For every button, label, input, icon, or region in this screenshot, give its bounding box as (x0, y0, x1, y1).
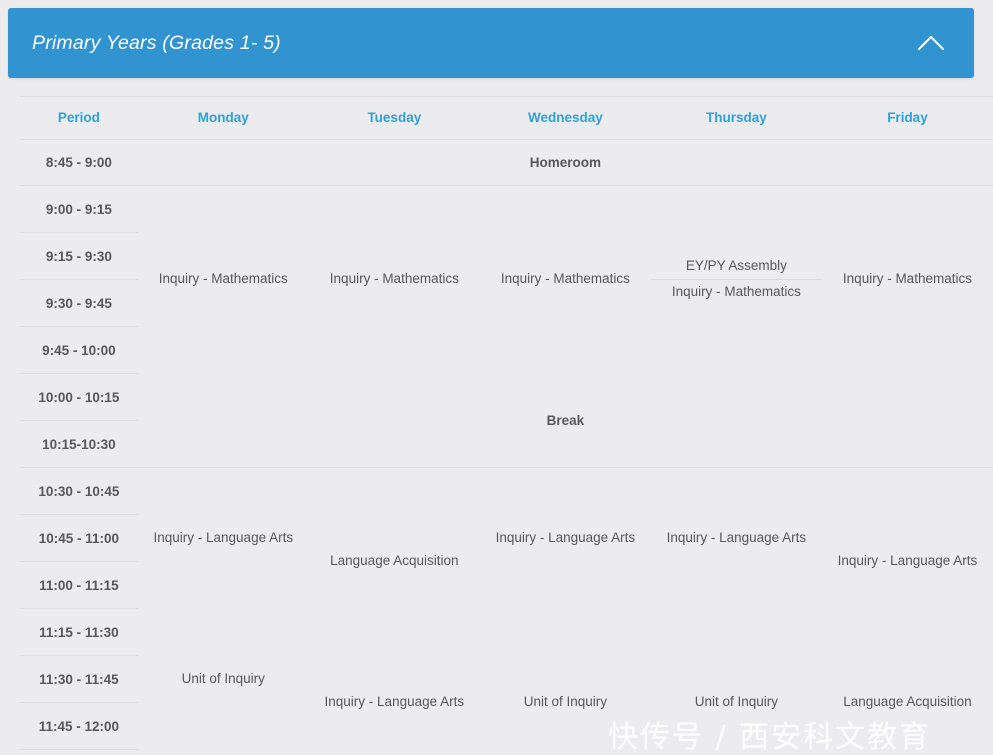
subject-label-math: Inquiry - Mathematics (651, 280, 822, 305)
table-header-row: Period Monday Tuesday Wednesday Thursday… (20, 97, 993, 140)
period-cell: 8:45 - 9:00 (20, 140, 138, 186)
subject-cell-friday-language: Inquiry - Language Arts (822, 468, 993, 656)
subject-cell-friday-math: Inquiry - Mathematics (822, 186, 993, 374)
empty-cell (480, 609, 822, 656)
subject-label: Inquiry - Mathematics (309, 267, 480, 292)
subject-label-assembly: EY/PY Assembly (651, 254, 822, 280)
subject-label: Inquiry - Language Arts (309, 690, 480, 715)
period-cell: 11:15 - 11:30 (20, 609, 138, 656)
period-cell: 9:45 - 10:00 (20, 327, 138, 374)
subject-label: Language Acquisition (822, 690, 993, 715)
period-cell: 11:45 - 12:00 (20, 703, 138, 750)
subject-cell-tuesday-inquiry: Inquiry - Language Arts (309, 656, 480, 750)
subject-label: Inquiry - Mathematics (138, 267, 309, 292)
table-row: 10:00 - 10:15 Break (20, 374, 993, 421)
subject-label: Inquiry - Mathematics (480, 267, 651, 292)
timetable-page: Primary Years (Grades 1- 5) Period Monda… (0, 0, 993, 755)
all-day-cell-break: Break (138, 374, 993, 468)
column-header-monday: Monday (138, 97, 309, 140)
column-header-thursday: Thursday (651, 97, 822, 140)
subject-label: Inquiry - Language Arts (651, 526, 822, 551)
subject-label: Unit of Inquiry (651, 690, 822, 715)
column-header-tuesday: Tuesday (309, 97, 480, 140)
subject-cell-thursday-assembly-math: EY/PY Assembly Inquiry - Mathematics (651, 186, 822, 374)
period-cell: 9:15 - 9:30 (20, 233, 138, 280)
column-header-friday: Friday (822, 97, 993, 140)
chevron-up-icon[interactable] (914, 26, 948, 60)
table-row: 9:00 - 9:15 Inquiry - Mathematics Inquir… (20, 186, 993, 233)
all-day-cell-homeroom: Homeroom (138, 140, 993, 186)
period-cell: 9:00 - 9:15 (20, 186, 138, 233)
timetable-container: Period Monday Tuesday Wednesday Thursday… (0, 96, 993, 750)
period-cell: 10:45 - 11:00 (20, 515, 138, 562)
period-cell: 10:15-10:30 (20, 421, 138, 468)
subject-cell-tuesday-language: Language Acquisition (309, 468, 480, 656)
subject-cell-monday-inquiry: Unit of Inquiry (138, 609, 309, 750)
subject-label: Language Acquisition (309, 549, 480, 574)
subject-cell-wednesday-language: Inquiry - Language Arts (480, 468, 651, 609)
page-title: Primary Years (Grades 1- 5) (32, 32, 281, 55)
subject-cell-monday-math: Inquiry - Mathematics (138, 186, 309, 374)
subject-label: Inquiry - Language Arts (480, 526, 651, 551)
timetable: Period Monday Tuesday Wednesday Thursday… (20, 96, 993, 750)
subject-cell-wednesday-inquiry: Unit of Inquiry (480, 656, 651, 750)
table-row: 10:30 - 10:45 Inquiry - Language Arts La… (20, 468, 993, 515)
table-row: 8:45 - 9:00 Homeroom (20, 140, 993, 186)
subject-label: Inquiry - Language Arts (822, 549, 993, 574)
subject-label: Inquiry - Mathematics (822, 267, 993, 292)
period-cell: 11:30 - 11:45 (20, 656, 138, 703)
period-cell: 9:30 - 9:45 (20, 280, 138, 327)
subject-cell-friday-inquiry: Language Acquisition (822, 656, 993, 750)
column-header-wednesday: Wednesday (480, 97, 651, 140)
subject-label: Unit of Inquiry (138, 667, 309, 692)
period-cell: 11:00 - 11:15 (20, 562, 138, 609)
subject-cell-tuesday-math: Inquiry - Mathematics (309, 186, 480, 374)
subject-label: Inquiry - Language Arts (138, 526, 309, 551)
column-header-period: Period (20, 97, 138, 140)
subject-cell-thursday-language: Inquiry - Language Arts (651, 468, 822, 609)
subject-cell-wednesday-math: Inquiry - Mathematics (480, 186, 651, 374)
subject-label: Unit of Inquiry (480, 690, 651, 715)
accordion-header-primary-years[interactable]: Primary Years (Grades 1- 5) (8, 8, 974, 78)
period-cell: 10:30 - 10:45 (20, 468, 138, 515)
subject-cell-monday-language: Inquiry - Language Arts (138, 468, 309, 609)
period-cell: 10:00 - 10:15 (20, 374, 138, 421)
subject-cell-thursday-inquiry: Unit of Inquiry (651, 656, 822, 750)
